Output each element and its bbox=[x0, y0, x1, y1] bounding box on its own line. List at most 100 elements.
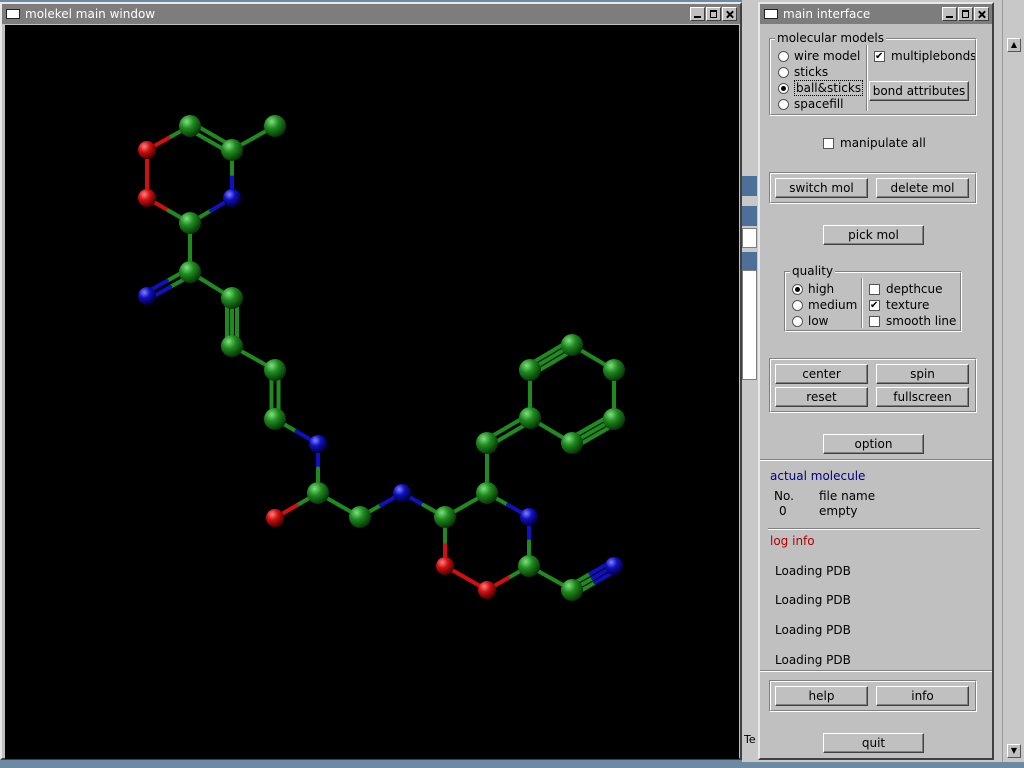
scroll-up-arrow-icon[interactable]: ▲ bbox=[1007, 38, 1021, 52]
carbon-atom[interactable] bbox=[349, 506, 371, 528]
quality-option-low[interactable]: low bbox=[792, 313, 829, 329]
spin-button[interactable]: spin bbox=[876, 364, 969, 384]
bg-window-field bbox=[742, 270, 757, 380]
depthcue-check[interactable] bbox=[869, 283, 880, 295]
nitrogen-atom[interactable] bbox=[309, 435, 327, 453]
bg-window-strip bbox=[742, 176, 757, 196]
vertical-separator bbox=[866, 45, 868, 111]
carbon-atom[interactable] bbox=[603, 359, 625, 381]
info-button[interactable]: info bbox=[876, 686, 969, 706]
reset-button[interactable]: reset bbox=[775, 387, 868, 407]
carbon-atom[interactable] bbox=[519, 407, 541, 429]
carbon-atom[interactable] bbox=[518, 555, 540, 577]
oxygen-atom[interactable] bbox=[436, 557, 454, 575]
close-icon[interactable] bbox=[974, 7, 989, 21]
carbon-atom[interactable] bbox=[179, 212, 201, 234]
radio-spacefill[interactable] bbox=[778, 98, 789, 110]
help-info-group: help info bbox=[769, 680, 977, 712]
multiplebonds-checkbox[interactable]: multiplebonds bbox=[874, 48, 976, 64]
maximize-icon[interactable] bbox=[706, 7, 721, 21]
col-no-header: No. bbox=[774, 489, 794, 503]
model-option-spacefill[interactable]: spacefill bbox=[778, 96, 843, 112]
oxygen-atom[interactable] bbox=[138, 189, 156, 207]
molecular-models-legend: molecular models bbox=[775, 31, 887, 45]
carbon-atom[interactable] bbox=[221, 287, 243, 309]
radio-low[interactable] bbox=[792, 315, 803, 327]
depthcue-checkbox[interactable]: depthcue bbox=[869, 281, 943, 297]
bg-window-scrollbar[interactable]: ▲ ▼ bbox=[1002, 0, 1024, 762]
bg-window-strip bbox=[742, 206, 757, 226]
model-option-wire[interactable]: wire model bbox=[778, 48, 860, 64]
nitrogen-atom[interactable] bbox=[393, 484, 411, 502]
carbon-atom[interactable] bbox=[179, 261, 201, 283]
log-entry: Loading PDB bbox=[775, 564, 851, 578]
carbon-atom[interactable] bbox=[519, 359, 541, 381]
bg-window-strip bbox=[742, 252, 757, 270]
smooth-line-check[interactable] bbox=[869, 315, 880, 327]
carbon-atom[interactable] bbox=[561, 579, 583, 601]
manipulate-all-check[interactable] bbox=[823, 137, 834, 149]
carbon-atom[interactable] bbox=[561, 432, 583, 454]
option-button[interactable]: option bbox=[823, 434, 924, 454]
pick-mol-button[interactable]: pick mol bbox=[823, 225, 924, 245]
manipulate-all-checkbox[interactable]: manipulate all bbox=[823, 135, 926, 151]
radio-sticks[interactable] bbox=[778, 66, 789, 78]
close-icon[interactable] bbox=[722, 7, 737, 21]
bond-attributes-button[interactable]: bond attributes bbox=[869, 81, 969, 101]
carbon-atom[interactable] bbox=[221, 139, 243, 161]
radio-wire-model[interactable] bbox=[778, 50, 789, 62]
carbon-atom[interactable] bbox=[179, 115, 201, 137]
carbon-atom[interactable] bbox=[561, 334, 583, 356]
radio-ball-sticks[interactable] bbox=[778, 82, 789, 94]
radio-medium[interactable] bbox=[792, 299, 803, 311]
nitrogen-atom[interactable] bbox=[138, 287, 156, 305]
nitrogen-atom[interactable] bbox=[520, 508, 538, 526]
interface-title: main interface bbox=[783, 7, 871, 21]
minimize-icon[interactable] bbox=[942, 7, 957, 21]
smooth-line-checkbox[interactable]: smooth line bbox=[869, 313, 956, 329]
carbon-atom[interactable] bbox=[221, 335, 243, 357]
log-entry: Loading PDB bbox=[775, 653, 851, 667]
interface-titlebar[interactable]: main interface bbox=[760, 4, 992, 24]
oxygen-atom[interactable] bbox=[266, 509, 284, 527]
maximize-icon[interactable] bbox=[958, 7, 973, 21]
minimize-icon[interactable] bbox=[690, 7, 705, 21]
fullscreen-button[interactable]: fullscreen bbox=[876, 387, 969, 407]
radio-high[interactable] bbox=[792, 283, 803, 295]
molecular-models-group: molecular models wire model sticks ball&… bbox=[769, 31, 977, 116]
model-option-sticks[interactable]: sticks bbox=[778, 64, 828, 80]
molekel-main-window: molekel main window bbox=[0, 2, 742, 760]
multiplebonds-check[interactable] bbox=[874, 50, 885, 62]
texture-checkbox[interactable]: texture bbox=[869, 297, 929, 313]
quality-option-high[interactable]: high bbox=[792, 281, 834, 297]
carbon-atom[interactable] bbox=[603, 408, 625, 430]
molecule-render[interactable] bbox=[5, 25, 739, 759]
oxygen-atom[interactable] bbox=[138, 141, 156, 159]
nitrogen-atom[interactable] bbox=[223, 189, 241, 207]
molecule-row-no: 0 bbox=[779, 504, 787, 518]
mol-window-titlebar[interactable]: molekel main window bbox=[2, 4, 740, 24]
center-button[interactable]: center bbox=[775, 364, 868, 384]
help-button[interactable]: help bbox=[775, 686, 868, 706]
quality-legend: quality bbox=[790, 264, 836, 278]
carbon-atom[interactable] bbox=[264, 408, 286, 430]
quality-group: quality high medium low depthcue texture… bbox=[784, 264, 962, 332]
molecule-viewport[interactable] bbox=[5, 25, 739, 759]
texture-check[interactable] bbox=[869, 299, 880, 311]
quality-option-medium[interactable]: medium bbox=[792, 297, 857, 313]
carbon-atom[interactable] bbox=[264, 359, 286, 381]
delete-mol-button[interactable]: delete mol bbox=[876, 178, 969, 198]
quit-button[interactable]: quit bbox=[823, 733, 924, 753]
horizontal-separator bbox=[760, 459, 992, 461]
nitrogen-atom[interactable] bbox=[605, 557, 623, 575]
carbon-atom[interactable] bbox=[264, 115, 286, 137]
carbon-atom[interactable] bbox=[476, 482, 498, 504]
switch-mol-button[interactable]: switch mol bbox=[775, 178, 868, 198]
carbon-atom[interactable] bbox=[434, 506, 456, 528]
oxygen-atom[interactable] bbox=[478, 581, 496, 599]
scroll-down-arrow-icon[interactable]: ▼ bbox=[1007, 744, 1021, 758]
log-entry: Loading PDB bbox=[775, 623, 851, 637]
carbon-atom[interactable] bbox=[476, 432, 498, 454]
model-option-ballsticks[interactable]: ball&sticks bbox=[778, 80, 864, 96]
carbon-atom[interactable] bbox=[307, 482, 329, 504]
